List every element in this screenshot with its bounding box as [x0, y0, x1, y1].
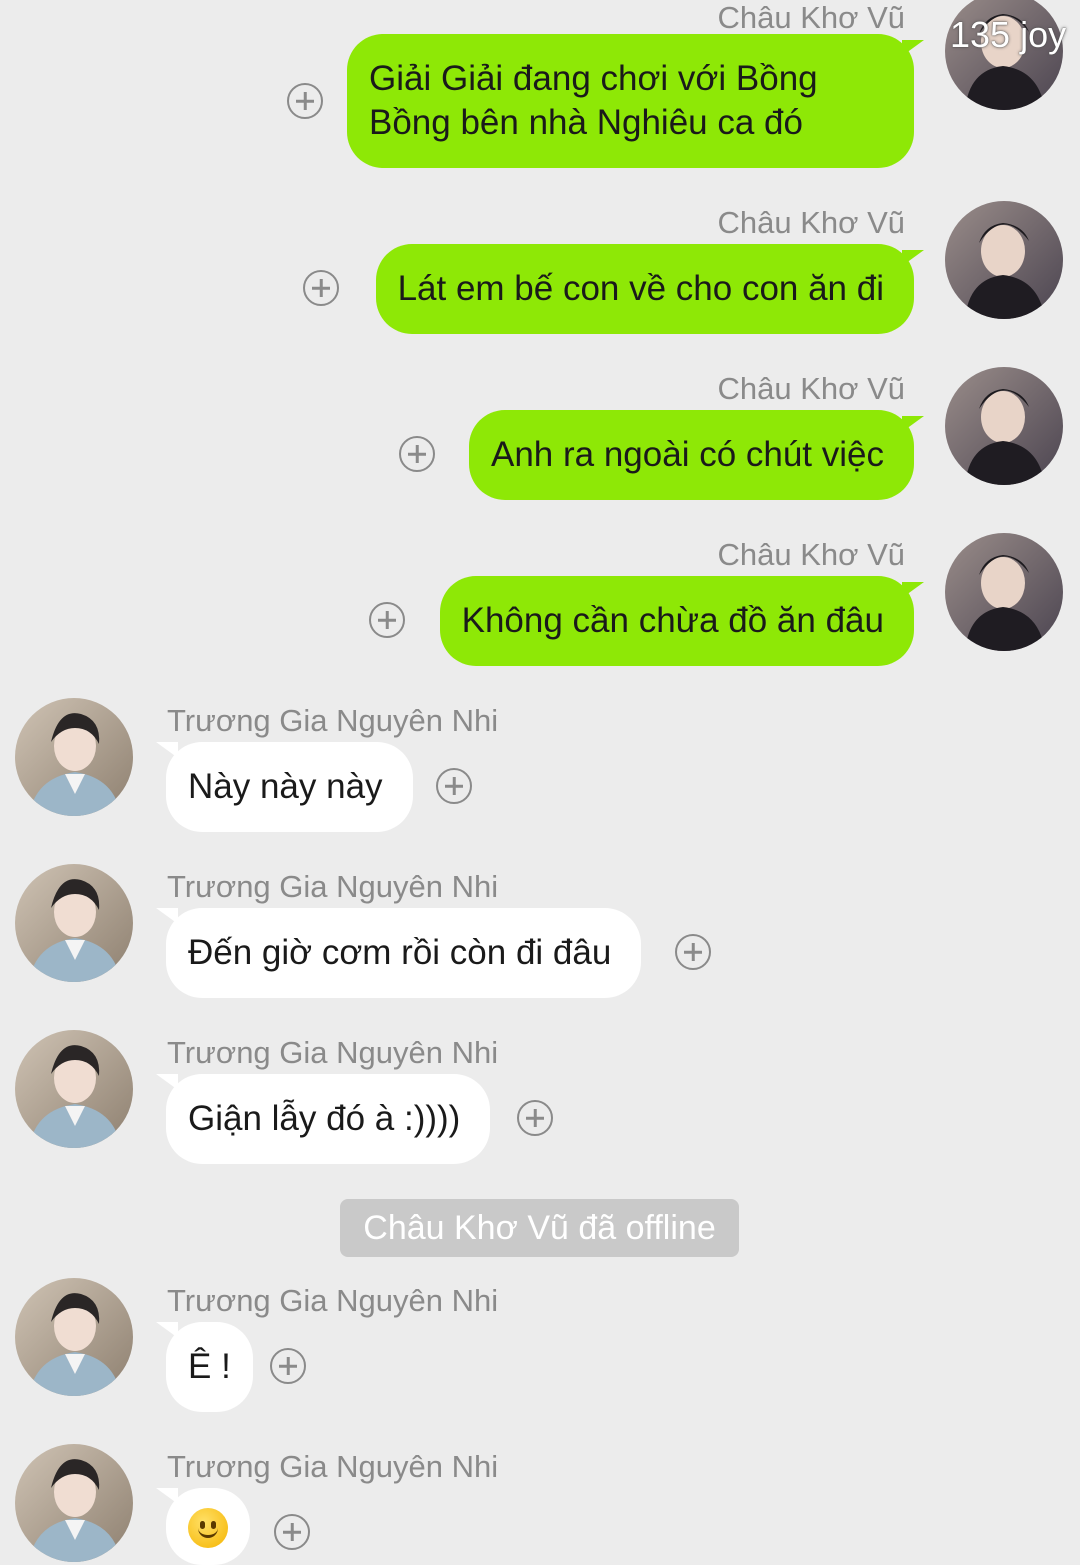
sender-name: Trương Gia Nguyên Nhi	[167, 1035, 499, 1070]
bubble-tail	[902, 250, 924, 266]
sender-name: Trương Gia Nguyên Nhi	[167, 869, 499, 904]
avatar[interactable]	[15, 1030, 133, 1148]
avatar[interactable]	[15, 698, 133, 816]
smiling-face-emoji-icon	[188, 1507, 228, 1548]
bubble-tail	[156, 1074, 178, 1090]
message-bubble[interactable]: Lát em bế con về cho con ăn đi	[375, 244, 914, 334]
message-bubble[interactable]: Giận lẫy đó à :))))	[166, 1074, 491, 1164]
add-reaction-icon[interactable]	[436, 768, 472, 804]
message-bubble[interactable]: Giải Giải đang chơi với Bồng Bồng bên nh…	[347, 34, 914, 168]
add-reaction-icon[interactable]	[270, 1348, 306, 1384]
avatar[interactable]	[945, 367, 1063, 485]
message-bubble[interactable]	[166, 1488, 250, 1565]
sender-name: Châu Khơ Vũ	[717, 205, 906, 240]
system-notice: Châu Khơ Vũ đã offline	[340, 1199, 739, 1257]
sender-name: Châu Khơ Vũ	[717, 537, 906, 572]
bubble-tail	[156, 908, 178, 924]
bubble-tail	[156, 1322, 178, 1338]
avatar[interactable]	[945, 533, 1063, 651]
bubble-tail	[902, 582, 924, 598]
bubble-tail	[902, 416, 924, 432]
bubble-tail	[156, 1488, 178, 1504]
bubble-tail	[902, 40, 924, 56]
add-reaction-icon[interactable]	[675, 934, 711, 970]
add-reaction-icon[interactable]	[369, 602, 405, 638]
message-bubble[interactable]: Đến giờ cơm rồi còn đi đâu	[166, 908, 642, 998]
message-bubble[interactable]: Không cần chừa đồ ăn đâu	[439, 576, 914, 666]
message-bubble[interactable]: Ê !	[166, 1322, 253, 1412]
add-reaction-icon[interactable]	[399, 436, 435, 472]
sender-name: Trương Gia Nguyên Nhi	[167, 703, 499, 738]
sender-name: Trương Gia Nguyên Nhi	[167, 1283, 499, 1318]
sender-name: Châu Khơ Vũ	[717, 0, 906, 35]
bubble-tail	[156, 742, 178, 758]
avatar[interactable]	[15, 1278, 133, 1396]
add-reaction-icon[interactable]	[287, 83, 323, 119]
sender-name: Trương Gia Nguyên Nhi	[167, 1449, 499, 1484]
message-bubble[interactable]: Anh ra ngoài có chút việc	[468, 410, 914, 500]
add-reaction-icon[interactable]	[274, 1514, 310, 1550]
message-bubble[interactable]: Này này này	[166, 742, 413, 832]
add-reaction-icon[interactable]	[517, 1100, 553, 1136]
sender-name: Châu Khơ Vũ	[717, 371, 906, 406]
add-reaction-icon[interactable]	[303, 270, 339, 306]
watermark-text: 135 joy	[950, 14, 1067, 55]
avatar[interactable]	[15, 1444, 133, 1562]
avatar[interactable]	[15, 864, 133, 982]
avatar[interactable]	[945, 201, 1063, 319]
